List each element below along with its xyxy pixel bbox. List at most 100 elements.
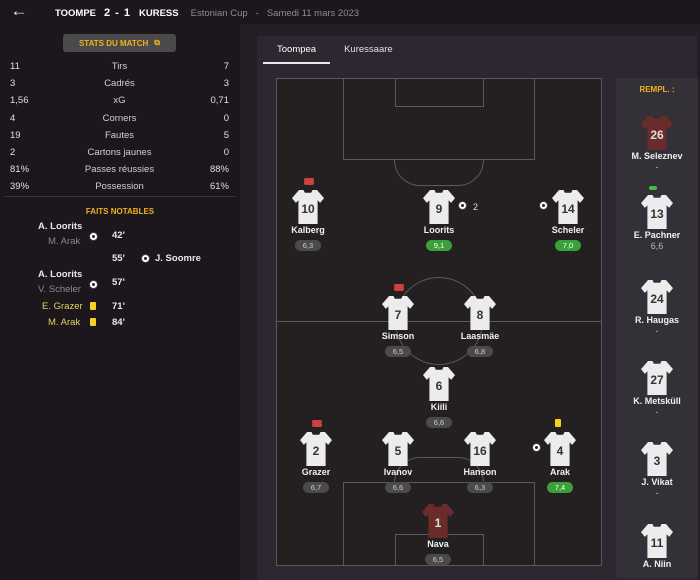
shirt-icon: 16 [464, 432, 496, 466]
player-rating: 6,5 [425, 554, 451, 565]
events-heading: FAITS NOTABLES [85, 207, 155, 216]
player-name: Hanson [463, 467, 497, 477]
player-name: R. Haugas [634, 315, 679, 325]
stat-row: 39% Possession 61% [10, 181, 229, 193]
tab-kuressaare[interactable]: Kuressaare [330, 40, 407, 64]
player-name: Kiili [430, 402, 448, 412]
sub-player-card[interactable]: 11 A. Niin [612, 524, 700, 569]
event-player[interactable]: M. Arak [48, 317, 80, 328]
player-name: M. Seleznev [631, 151, 683, 161]
player-card[interactable]: 8 Laasmäe 6,8 [435, 296, 525, 359]
player-rating: 6,3 [295, 240, 321, 251]
shirt-icon: 9 [423, 190, 455, 224]
assist-ball-icon [539, 201, 548, 210]
player-rating: 6,6 [650, 241, 664, 251]
top-bar: ← TOOMPE 2 - 1 KURESS Estonian Cup - Sam… [0, 0, 700, 24]
player-card[interactable]: 4 Arak 7,4 [515, 432, 605, 495]
stats-panel: STATS DU MATCH ⧉ 11 Tirs 7 3 Cadrés 3 1,56 xG… [0, 24, 240, 580]
sub-player-card[interactable]: 24 R. Haugas - [612, 280, 700, 336]
shirt-icon: 7 [382, 296, 414, 330]
shirt-icon: 11 [641, 524, 673, 558]
match-score: TOOMPE 2 - 1 KURESS Estonian Cup - Samed… [55, 7, 360, 19]
stats-table: 11 Tirs 7 3 Cadrés 3 1,56 xG 0,71 4 Corners 0 19… [10, 58, 229, 196]
player-rating: 6,8 [467, 346, 493, 357]
score-result: 2 - 1 [104, 7, 132, 19]
shirt-icon: 24 [641, 280, 673, 314]
shirt-icon: 26 [641, 116, 673, 150]
competition[interactable]: Estonian Cup [191, 8, 248, 19]
player-name: Grazer [301, 467, 331, 477]
event-scorer[interactable]: A. Loorits [38, 221, 82, 232]
player-rating: - [655, 326, 659, 336]
player-name: J. Vikat [641, 477, 673, 487]
away-team: KURESS [139, 7, 179, 19]
player-rating: - [655, 407, 659, 417]
goal-ball-icon [141, 254, 150, 263]
player-name: Ivanov [383, 467, 413, 477]
player-name: Arak [549, 467, 570, 477]
back-arrow-icon[interactable]: ← [8, 2, 30, 22]
event-assist[interactable]: M. Arak [48, 236, 80, 247]
goal-ball-icon [89, 280, 98, 289]
shirt-icon: 2 [300, 432, 332, 466]
sub-player-card[interactable]: 3 J. Vikat - [612, 442, 700, 498]
player-rating: 9,1 [426, 240, 452, 251]
event-minute: 84' [112, 317, 125, 328]
goal-count: 2 [473, 202, 479, 212]
match-date: Samedi 11 mars 2023 [266, 7, 360, 19]
player-rating: - [655, 162, 659, 172]
player-card[interactable]: 10 Kalberg 6,3 [263, 190, 353, 253]
player-card[interactable]: 14 Scheler 7,0 [523, 190, 613, 253]
player-rating: - [655, 488, 659, 498]
stat-row: 3 Cadrés 3 [10, 78, 229, 90]
substitutes-heading: REMPL. : [639, 85, 675, 94]
player-card[interactable]: 7 Simson 6,5 [353, 296, 443, 359]
stat-row: 2 Cartons jaunes 0 [10, 147, 229, 159]
sub-player-card[interactable]: 26 M. Seleznev - [612, 116, 700, 172]
goal-ball-icon [458, 201, 467, 210]
goal-ball-icon [89, 232, 98, 241]
tab-toompea[interactable]: Toompea [263, 40, 331, 64]
player-card[interactable]: 1 Nava 6,5 [393, 504, 483, 567]
player-name: A. Niin [642, 559, 672, 569]
stat-row: 81% Passes réussies 88% [10, 164, 229, 176]
event-minute: 42' [112, 230, 125, 241]
player-rating: 6,3 [467, 482, 493, 493]
stat-row: 1,56 xG 0,71 [10, 95, 229, 107]
stat-row: 19 Fautes 5 [10, 129, 229, 141]
player-name: E. Pachner [633, 230, 681, 240]
team-tabs: Toompea Kuressaare [263, 40, 407, 64]
player-rating: 7,4 [547, 482, 573, 493]
player-name: K. Metsküll [633, 396, 681, 406]
event-scorer[interactable]: J. Soomre [155, 253, 201, 264]
player-rating: 6,6 [426, 417, 452, 428]
stat-row: 4 Corners 0 [10, 112, 229, 124]
event-scorer[interactable]: A. Loorits [38, 269, 82, 280]
sub-player-card[interactable]: 13 E. Pachner 6,6 [612, 195, 700, 251]
player-name: Loorits [423, 225, 455, 235]
match-stats-label: STATS DU MATCH [78, 38, 149, 48]
player-rating: 6,5 [385, 346, 411, 357]
player-name: Laasmäe [460, 331, 500, 341]
event-assist[interactable]: V. Scheler [38, 284, 81, 295]
player-card[interactable]: 16 Hanson 6,3 [435, 432, 525, 495]
divider [5, 196, 235, 197]
player-card[interactable]: 2 Grazer 6,7 [271, 432, 361, 495]
event-player[interactable]: E. Grazer [42, 301, 83, 312]
match-stats-button[interactable]: STATS DU MATCH ⧉ [63, 34, 176, 52]
shirt-icon: 14 [552, 190, 584, 224]
shirt-icon: 6 [423, 367, 455, 401]
player-card[interactable]: 6 Kiili 6,6 [394, 367, 484, 430]
player-card[interactable]: 9 Loorits 9,1 [394, 190, 484, 253]
player-name: Nava [427, 539, 449, 549]
player-name: Simson [381, 331, 415, 341]
substitution-icon [312, 423, 322, 427]
shirt-icon: 4 [544, 432, 576, 466]
player-card[interactable]: 5 Ivanov 6,6 [353, 432, 443, 495]
sub-player-card[interactable]: 27 K. Metsküll - [612, 361, 700, 417]
substitution-in-icon [649, 186, 657, 190]
shirt-icon: 8 [464, 296, 496, 330]
event-minute: 71' [112, 301, 125, 312]
home-team: TOOMPE [55, 7, 96, 19]
assist-ball-icon [532, 443, 541, 452]
